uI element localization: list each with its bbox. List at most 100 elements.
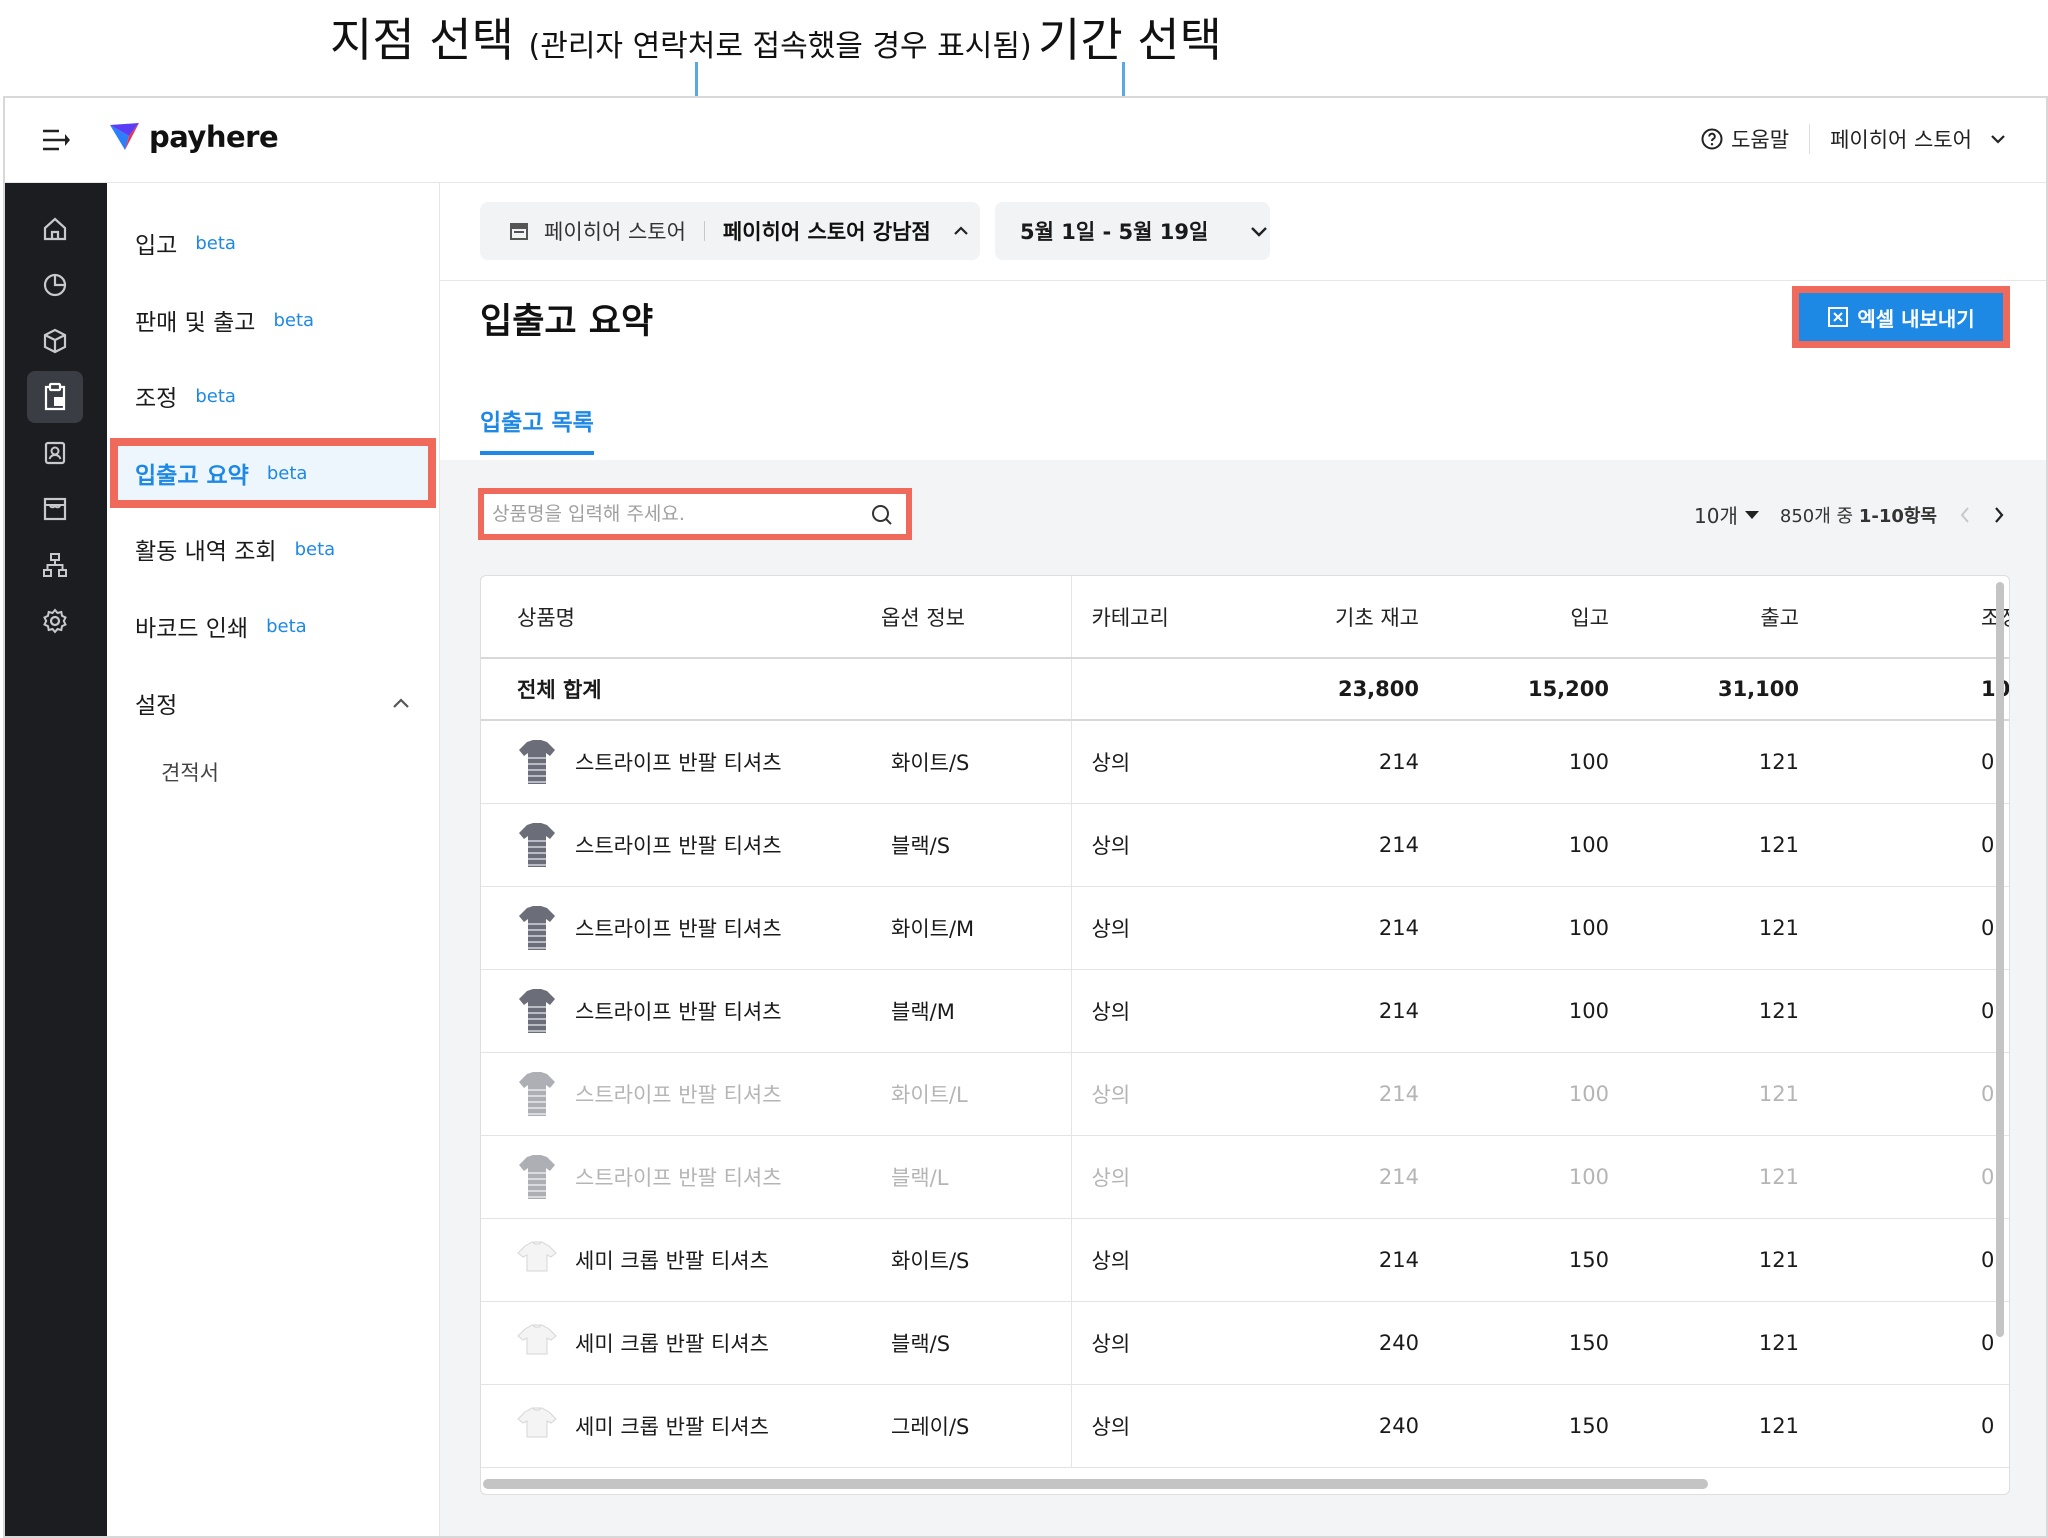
rail-home[interactable] — [27, 203, 83, 255]
option-cell: 화이트/S — [881, 1218, 1072, 1302]
annotation-branch: 지점 선택 (관리자 연락처로 접속했을 경우 표시됨) — [330, 4, 1032, 70]
category-cell: 상의 — [1071, 1135, 1261, 1219]
total-label: 전체 합계 — [481, 658, 881, 721]
rail-store[interactable] — [27, 483, 83, 535]
sidebar-item-adjustment[interactable]: 조정 beta — [107, 367, 440, 425]
sidebar-item-activity-history[interactable]: 활동 내역 조회 beta — [107, 520, 440, 578]
category-cell: 상의 — [1071, 720, 1261, 804]
product-thumbnail — [519, 1154, 555, 1199]
top-bar: payhere 도움말 페이히어 스토어 — [5, 98, 2046, 183]
rail-inventory[interactable] — [27, 371, 83, 423]
outbound-cell: 121 — [1641, 886, 1831, 970]
table-row[interactable]: 스트라이프 반팔 티셔츠 화이트/S 상의 214 100 121 0 — [481, 720, 2009, 804]
category-cell: 상의 — [1071, 1052, 1261, 1136]
column-header[interactable]: 카테고리 — [1071, 576, 1261, 659]
sidebar-subitem-quotation[interactable]: 견적서 — [161, 757, 219, 787]
option-cell: 화이트/S — [881, 720, 1072, 804]
product-cell: 스트라이프 반팔 티셔츠 — [481, 803, 881, 887]
sidebar-item-sales-outbound[interactable]: 판매 및 출고 beta — [107, 291, 440, 349]
prev-page-icon[interactable] — [1959, 506, 1971, 524]
sidebar-item-label: 입출고 요약 — [135, 463, 249, 489]
branch-selector[interactable]: 페이히어 스토어 페이히어 스토어 강남점 — [480, 202, 980, 260]
table-row[interactable]: 세미 크롭 반팔 티셔츠 그레이/S 상의 240 150 121 0 — [481, 1384, 2009, 1468]
menu-collapse-icon[interactable] — [41, 126, 73, 154]
base-stock-cell: 214 — [1261, 1135, 1451, 1219]
product-name: 세미 크롭 반팔 티셔츠 — [575, 1414, 769, 1439]
product-name: 스트라이프 반팔 티셔츠 — [575, 1082, 782, 1107]
help-icon — [1701, 128, 1723, 150]
next-page-icon[interactable] — [1993, 506, 2005, 524]
sidebar-item-settings[interactable]: 설정 — [107, 674, 440, 732]
rail-organization[interactable] — [27, 539, 83, 591]
adjustment-cell: 0 — [1831, 886, 2009, 970]
search-input[interactable] — [484, 494, 906, 534]
column-header[interactable]: 조정 — [1831, 576, 2009, 659]
table-row[interactable]: 스트라이프 반팔 티셔츠 블랙/L 상의 214 100 121 0 — [481, 1135, 2009, 1219]
product-name: 세미 크롭 반팔 티셔츠 — [575, 1331, 769, 1356]
store-dropdown[interactable]: 페이히어 스토어 — [1830, 124, 2006, 154]
base-stock-cell: 214 — [1261, 1218, 1451, 1302]
chevron-up-icon — [953, 226, 968, 235]
column-header[interactable]: 출고 — [1641, 576, 1831, 659]
option-cell: 블랙/M — [881, 969, 1072, 1053]
rail-analytics[interactable] — [27, 259, 83, 311]
adjustment-cell: 0 — [1831, 1384, 2009, 1468]
column-header[interactable]: 옵션 정보 — [881, 576, 1072, 659]
pie-chart-icon — [43, 273, 67, 297]
table-row[interactable]: 스트라이프 반팔 티셔츠 블랙/M 상의 214 100 121 0 — [481, 969, 2009, 1053]
product-cell: 세미 크롭 반팔 티셔츠 — [481, 1384, 881, 1468]
caret-down-icon — [1744, 510, 1759, 519]
search-highlight — [478, 488, 912, 540]
export-excel-button[interactable]: 엑셀 내보내기 — [1799, 293, 2003, 341]
base-stock-cell: 240 — [1261, 1301, 1451, 1385]
inbound-cell: 150 — [1451, 1384, 1641, 1468]
column-header[interactable]: 기초 재고 — [1261, 576, 1451, 659]
rail-customers[interactable] — [27, 427, 83, 479]
rail-settings[interactable] — [27, 595, 83, 647]
category-cell: 상의 — [1071, 886, 1261, 970]
contact-card-icon — [44, 441, 66, 465]
product-thumbnail — [517, 1324, 557, 1354]
help-link[interactable]: 도움말 — [1701, 124, 1811, 154]
chevron-up-icon — [393, 698, 409, 708]
column-header[interactable]: 상품명 — [481, 576, 881, 659]
horizontal-scrollbar[interactable] — [483, 1479, 1708, 1489]
sidebar-item-label: 활동 내역 조회 — [135, 539, 277, 565]
table-row[interactable]: 스트라이프 반팔 티셔츠 화이트/M 상의 214 100 121 0 — [481, 886, 2009, 970]
sidebar-item-inbound[interactable]: 입고 beta — [107, 214, 440, 272]
inbound-cell: 100 — [1451, 886, 1641, 970]
sidebar-item-inout-summary[interactable]: 입출고 요약 beta — [107, 444, 440, 502]
sidebar-item-barcode-print[interactable]: 바코드 인쇄 beta — [107, 597, 440, 655]
table-row[interactable]: 세미 크롭 반팔 티셔츠 화이트/S 상의 214 150 121 0 — [481, 1218, 2009, 1302]
product-cell: 스트라이프 반팔 티셔츠 — [481, 886, 881, 970]
tab-inout-list[interactable]: 입출고 목록 — [480, 403, 594, 455]
beta-badge: beta — [195, 232, 236, 254]
page-title: 입출고 요약 — [480, 302, 654, 342]
search-icon[interactable] — [870, 503, 894, 527]
vertical-scrollbar[interactable] — [1996, 582, 2004, 1337]
product-name: 스트라이프 반팔 티셔츠 — [575, 916, 782, 941]
table-row[interactable]: 스트라이프 반팔 티셔츠 화이트/L 상의 214 100 121 0 — [481, 1052, 2009, 1136]
branch-label: 페이히어 스토어 강남점 — [722, 220, 931, 244]
annotation-branch-title: 지점 선택 — [330, 13, 514, 67]
main-content: 페이히어 스토어 페이히어 스토어 강남점 5월 1일 - 5월 19일 입출고… — [440, 183, 2046, 1536]
date-range-selector[interactable]: 5월 1일 - 5월 19일 — [995, 202, 1270, 260]
column-header[interactable]: 입고 — [1451, 576, 1641, 659]
payhere-logo[interactable]: payhere — [109, 120, 279, 154]
adjustment-cell: 0 — [1831, 1301, 2009, 1385]
product-thumbnail — [519, 905, 555, 950]
payhere-logo-icon — [110, 123, 139, 150]
pill-divider — [703, 221, 705, 241]
table-row[interactable]: 스트라이프 반팔 티셔츠 블랙/S 상의 214 100 121 0 — [481, 803, 2009, 887]
page-size-select[interactable]: 10개 — [1694, 500, 1760, 529]
rail-products[interactable] — [27, 315, 83, 367]
category-cell: 상의 — [1071, 1218, 1261, 1302]
product-name: 스트라이프 반팔 티셔츠 — [575, 999, 782, 1024]
page-range: 850개 중 1-10항목 — [1780, 502, 1937, 528]
total-outbound: 31,100 — [1641, 658, 1831, 721]
product-cell: 스트라이프 반팔 티셔츠 — [481, 720, 881, 804]
table-row[interactable]: 세미 크롭 반팔 티셔츠 블랙/S 상의 240 150 121 0 — [481, 1301, 2009, 1385]
base-stock-cell: 214 — [1261, 803, 1451, 887]
filter-bar: 페이히어 스토어 페이히어 스토어 강남점 5월 1일 - 5월 19일 — [440, 183, 2046, 281]
option-cell: 블랙/L — [881, 1135, 1072, 1219]
